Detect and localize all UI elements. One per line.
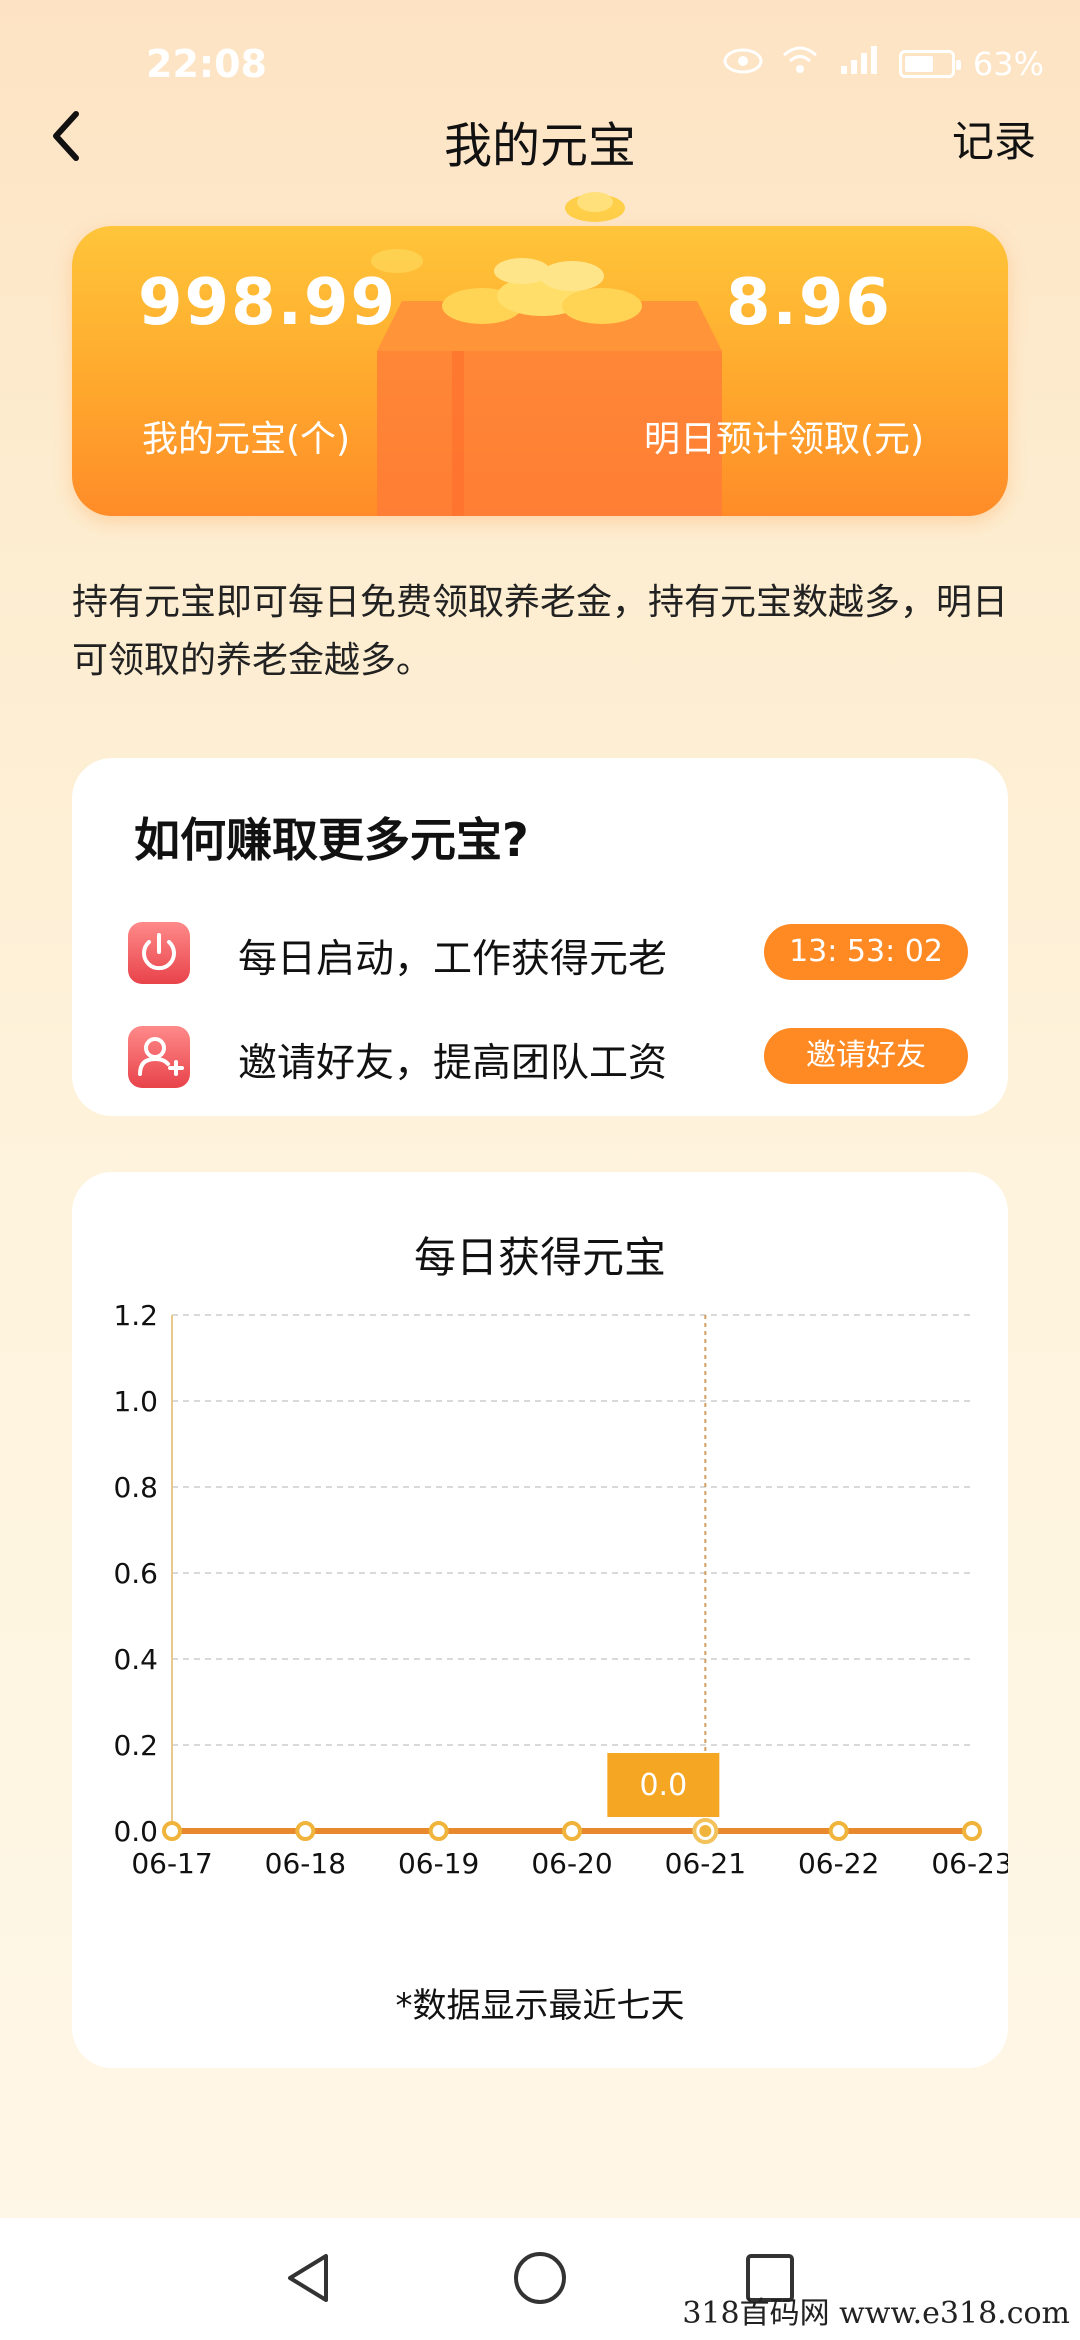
- wifi-icon: [781, 45, 819, 83]
- battery-icon: [898, 50, 961, 78]
- data-point: [295, 1821, 316, 1841]
- description-text: 持有元宝即可每日免费领取养老金，持有元宝数越多，明日可领取的养老金越多。: [72, 582, 1009, 681]
- earn-more-card: 如何赚取更多元宝? 每日启动，工作获得元老 13: 53: 02 邀请好友，提高…: [72, 758, 1008, 1116]
- x-tick-label: 06-19: [398, 1847, 479, 1880]
- data-point: [162, 1821, 182, 1841]
- my-ingots-value: 998.99: [138, 266, 397, 340]
- x-tick-label: 06-22: [798, 1847, 879, 1880]
- page-title: 我的元宝: [443, 118, 636, 174]
- countdown-button[interactable]: 13: 53: 02: [764, 924, 968, 980]
- earn-row-invite: 邀请好友，提高团队工资 邀请好友: [128, 1022, 968, 1092]
- x-tick-label: 06-23: [931, 1847, 1008, 1880]
- earn-row-text: 每日启动，工作获得元老: [238, 937, 668, 982]
- y-tick-label: 0.6: [113, 1557, 158, 1590]
- status-icons: 63%: [723, 44, 1044, 84]
- signal-icon: [837, 44, 881, 84]
- daily-ingots-line-chart: 0.0 0.2 0.4 0.6 0.8 1.0 1.2 06-17 06-18 06-19 06-2…: [113, 1299, 1008, 1880]
- tooltip-label: 0.0: [639, 1768, 687, 1803]
- y-tick-label: 1.2: [113, 1299, 158, 1332]
- add-user-icon: [128, 1026, 190, 1088]
- battery-percent: 63%: [972, 45, 1044, 83]
- x-tick-label: 06-17: [131, 1847, 212, 1880]
- chart-note: *数据显示最近七天: [395, 1986, 685, 2026]
- earn-row-text: 邀请好友，提高团队工资: [238, 1041, 668, 1086]
- data-point: [562, 1821, 582, 1841]
- y-tick-label: 0.4: [113, 1643, 158, 1676]
- record-link[interactable]: 记录: [952, 108, 1036, 169]
- daily-ingots-chart-card: 每日获得元宝 0.0 0.2 0.4 0.6 0.8 1.0 1.2 06-17 06-18 06…: [72, 1172, 1008, 2068]
- y-tick-label: 0.2: [113, 1729, 158, 1762]
- tomorrow-value: 8.96: [726, 266, 892, 340]
- y-tick-label: 0.0: [113, 1815, 158, 1848]
- data-point-active-dot: [699, 1825, 712, 1837]
- tomorrow-label: 明日预计领取(元): [644, 419, 925, 460]
- data-point: [962, 1821, 982, 1841]
- my-ingots-label: 我的元宝(个): [142, 419, 351, 460]
- x-tick-label: 06-20: [531, 1847, 612, 1880]
- nav-back-icon[interactable]: [280, 2248, 340, 2308]
- nav-bar: 我的元宝 记录: [0, 92, 1080, 182]
- system-nav-bar: 318首码网 www.e318.com: [0, 2218, 1080, 2340]
- x-tick-label: 06-21: [665, 1847, 746, 1880]
- power-icon: [128, 922, 190, 984]
- ingot-summary-card: 998.99 8.96 我的元宝(个) 明日预计领取(元): [72, 226, 1008, 516]
- watermark: 318首码网 www.e318.com: [682, 2296, 1070, 2331]
- earn-card-title: 如何赚取更多元宝?: [134, 813, 529, 867]
- data-point: [828, 1821, 849, 1841]
- ingot-deco-icon: [565, 192, 625, 222]
- y-tick-label: 1.0: [113, 1385, 158, 1418]
- earn-row-daily-start: 每日启动，工作获得元老 13: 53: 02: [128, 918, 968, 988]
- x-tick-label: 06-18: [265, 1847, 346, 1880]
- eye-icon: [723, 45, 763, 83]
- nav-home-icon[interactable]: [510, 2248, 570, 2308]
- data-point: [428, 1821, 449, 1841]
- status-time: 22:08: [146, 42, 267, 86]
- invite-friends-button[interactable]: 邀请好友: [764, 1028, 968, 1084]
- y-tick-label: 0.8: [113, 1471, 158, 1504]
